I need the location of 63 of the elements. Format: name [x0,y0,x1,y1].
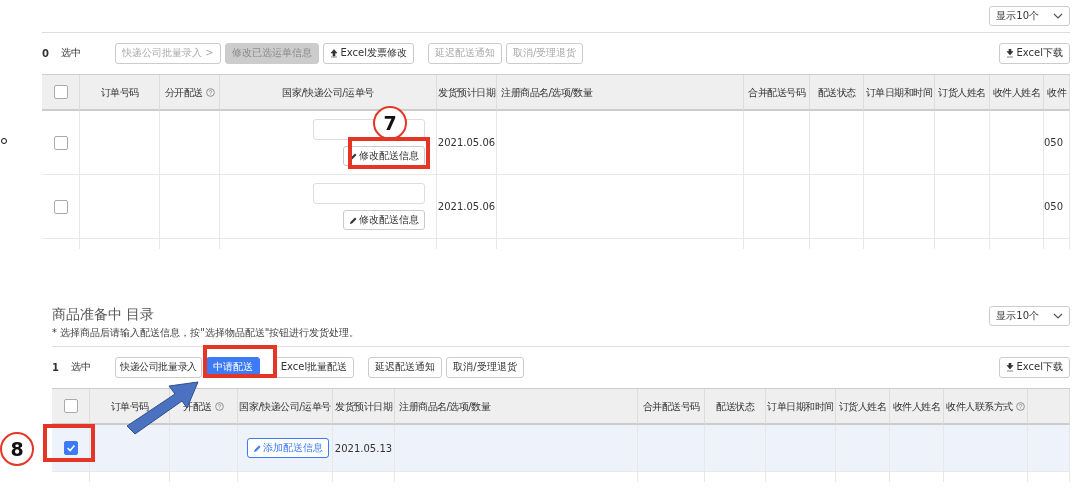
column-header: 注册商品名/选项/数量 [501,86,593,98]
row-checkbox[interactable] [53,199,68,214]
page-size-select[interactable]: 显示10个 [989,306,1070,326]
table-cell: 050 [1044,201,1064,212]
section-title: 商品准备中 目录 [52,306,156,324]
highlight-frame [43,424,95,462]
column-header: 订货人姓名 [938,86,986,98]
ship-date: 2021.05.06 [437,201,496,212]
checkmark-icon [64,442,77,454]
add-delivery-button[interactable]: 添加配送信息 [247,438,329,458]
download-icon [1005,48,1014,58]
waybill-field[interactable] [313,183,425,204]
column-header: 订货人姓名 [838,400,887,412]
edit-delivery-button[interactable]: 修改配送信息 [343,210,425,230]
chevron-down-icon [1053,313,1063,319]
chevron-down-icon [1053,13,1063,19]
column-header: 合并配送号码 [642,400,700,412]
column-header: 订单号码 [110,400,149,412]
pencil-icon [349,151,357,161]
table-cell: 050 [1044,137,1064,148]
column-header: 收件 [1047,86,1066,98]
column-header: 订单日期和时间 [767,400,834,412]
row-checkbox[interactable] [63,441,78,455]
excel-download-button[interactable]: Excel下载 [998,42,1070,64]
select-all-checkbox[interactable] [53,85,68,99]
toolbar-button[interactable]: 取消/受理退货 [446,356,524,378]
pencil-icon [253,443,261,453]
pencil-icon [349,215,357,225]
column-header: 收件人姓名 [892,400,941,412]
column-header: 订单号码 [100,86,139,98]
column-header: 配送状态 [716,400,754,412]
column-header: 收件人姓名 [992,86,1041,98]
select-all-checkbox[interactable] [63,399,78,413]
column-header: 配送状态 [817,86,856,98]
edit-delivery-button[interactable]: 修改配送信息 [343,146,425,166]
column-header: 国家/快递公司/运单号 [239,400,331,412]
help-icon [1015,401,1025,411]
selected-label: 选中 [70,360,91,374]
upload-icon [329,48,338,58]
toolbar-button[interactable]: 快递公司批量录入 [114,356,202,378]
column-header: 注册商品名/选项/数量 [399,400,491,412]
help-icon [214,401,224,411]
column-header: 发货预计日期 [438,86,495,98]
page-size-select[interactable]: 显示10个 [989,6,1070,26]
column-header: 合并配送号码 [748,86,805,98]
help-icon [205,87,215,97]
column-header: 收件人联系方式 [946,400,1013,412]
column-header: 订单日期和时间 [865,86,933,98]
ship-date: 2021.05.06 [437,137,496,148]
toolbar-button[interactable]: Excel发票修改 [322,42,415,64]
toolbar-button[interactable]: 延迟配送通知 [368,356,443,378]
download-icon [1005,362,1014,372]
selected-count: 0 [42,47,49,59]
column-header: 分开配送 [164,86,203,98]
step-badge: 8 [0,432,34,466]
row-checkbox[interactable] [53,135,68,150]
selected-count: 1 [52,361,59,373]
column-header: 国家/快递公司/运单号 [282,86,374,98]
ship-date: 2021.05.13 [334,442,393,454]
column-header: 发货预计日期 [335,400,392,412]
excel-download-button[interactable]: Excel下载 [998,356,1070,378]
hint-text: * 选择商品后请输入配送信息，按"选择物品配送"按钮进行发货处理。 [52,326,360,340]
selected-label: 选中 [60,46,81,60]
